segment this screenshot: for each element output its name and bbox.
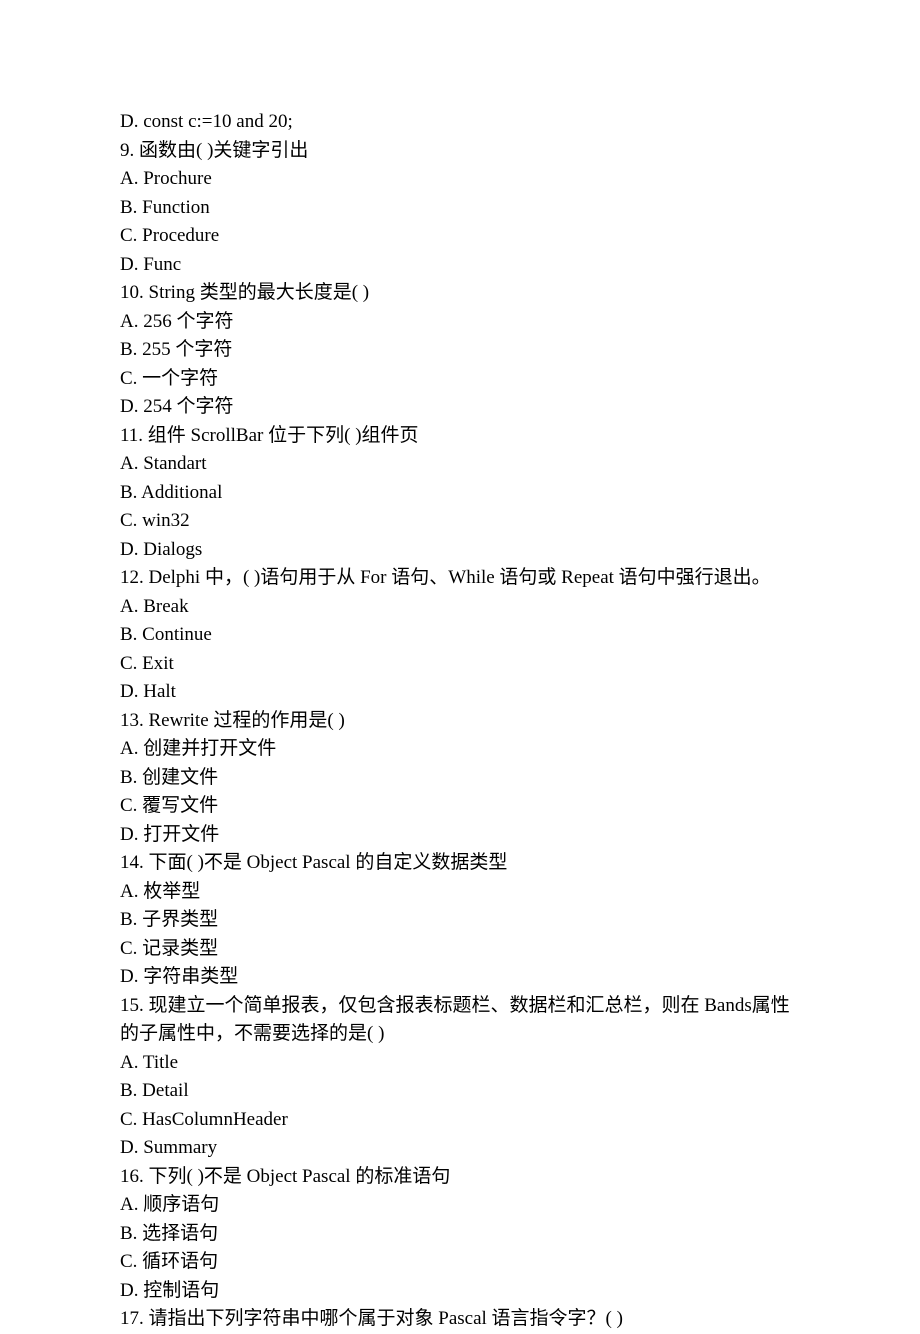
text-line: 14. 下面( )不是 Object Pascal 的自定义数据类型 — [120, 849, 800, 878]
text-line: B. 255 个字符 — [120, 336, 800, 365]
text-line: A. 枚举型 — [120, 878, 800, 907]
text-line: C. win32 — [120, 507, 800, 536]
text-line: D. Dialogs — [120, 536, 800, 565]
text-line: 13. Rewrite 过程的作用是( ) — [120, 707, 800, 736]
document-body: D. const c:=10 and 20;9. 函数由( )关键字引出A. P… — [120, 108, 800, 1334]
text-line: 17. 请指出下列字符串中哪个属于对象 Pascal 语言指令字？( ) — [120, 1305, 800, 1334]
text-line: A. 顺序语句 — [120, 1191, 800, 1220]
text-line: B. Detail — [120, 1077, 800, 1106]
text-line: D. 254 个字符 — [120, 393, 800, 422]
text-line: D. const c:=10 and 20; — [120, 108, 800, 137]
text-line: B. 选择语句 — [120, 1220, 800, 1249]
text-line: A. Title — [120, 1049, 800, 1078]
text-line: C. Exit — [120, 650, 800, 679]
text-line: B. 子界类型 — [120, 906, 800, 935]
text-line: 9. 函数由( )关键字引出 — [120, 137, 800, 166]
text-line: A. 256 个字符 — [120, 308, 800, 337]
text-line: D. Halt — [120, 678, 800, 707]
text-line: C. 记录类型 — [120, 935, 800, 964]
text-line: D. 控制语句 — [120, 1277, 800, 1306]
text-line: B. Function — [120, 194, 800, 223]
text-line: D. 字符串类型 — [120, 963, 800, 992]
text-line: 12. Delphi 中，( )语句用于从 For 语句、While 语句或 R… — [120, 564, 800, 593]
text-line: C. Procedure — [120, 222, 800, 251]
text-line: B. Additional — [120, 479, 800, 508]
text-line: 16. 下列( )不是 Object Pascal 的标准语句 — [120, 1163, 800, 1192]
text-line: A. Standart — [120, 450, 800, 479]
text-line: A. Break — [120, 593, 800, 622]
text-line: 11. 组件 ScrollBar 位于下列( )组件页 — [120, 422, 800, 451]
text-line: 15. 现建立一个简单报表，仅包含报表标题栏、数据栏和汇总栏，则在 Bands属… — [120, 992, 800, 1049]
text-line: A. Prochure — [120, 165, 800, 194]
text-line: C. 循环语句 — [120, 1248, 800, 1277]
text-line: C. 一个字符 — [120, 365, 800, 394]
text-line: C. HasColumnHeader — [120, 1106, 800, 1135]
text-line: B. 创建文件 — [120, 764, 800, 793]
text-line: A. 创建并打开文件 — [120, 735, 800, 764]
text-line: B. Continue — [120, 621, 800, 650]
text-line: D. Func — [120, 251, 800, 280]
text-line: 10. String 类型的最大长度是( ) — [120, 279, 800, 308]
text-line: D. Summary — [120, 1134, 800, 1163]
text-line: D. 打开文件 — [120, 821, 800, 850]
text-line: C. 覆写文件 — [120, 792, 800, 821]
